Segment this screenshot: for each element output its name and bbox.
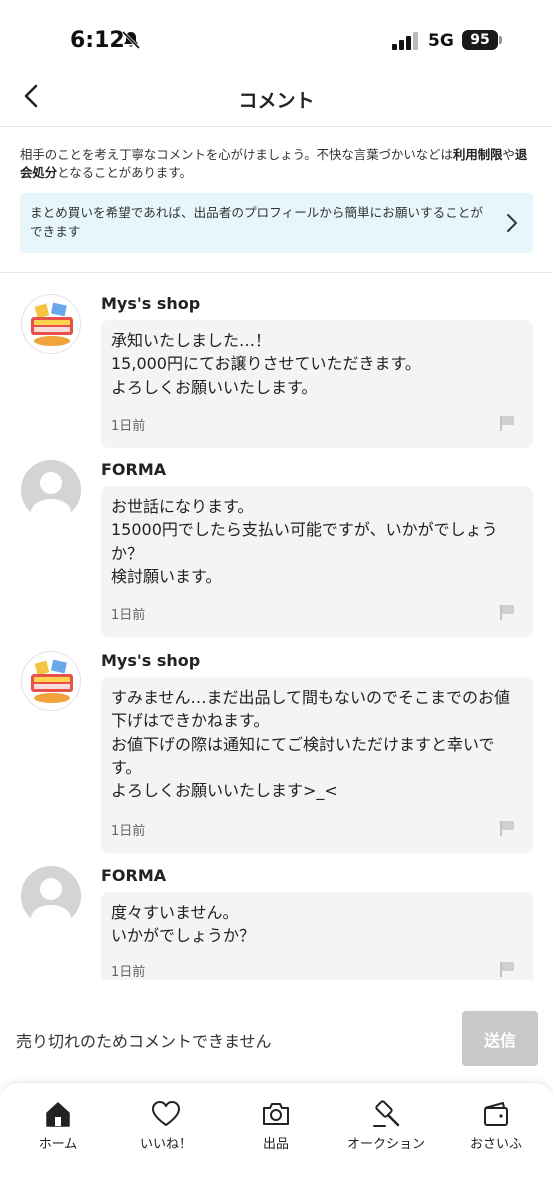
bulk-purchase-banner-text: まとめ買いを希望であれば、出品者のプロフィールから簡単にお願いすることができます [30,205,483,239]
nav-label: いいね！ [139,1137,192,1152]
status-bar: 6:12 5G 95 [0,0,553,80]
report-flag-icon[interactable] [499,961,515,977]
notice-bold-restriction: 利用制限 [452,147,503,162]
comment-guideline-notice: 相手のことを考え丁寧なコメントを心がけましょう。不快な言葉づかいなどは利用制限や… [20,146,536,182]
header: コメント [0,72,553,127]
comment-bubble: 承知いたしました…！ 15,000円にてお譲りさせていただきます。 よろしくお願… [101,320,533,448]
chevron-right-icon [507,214,517,232]
divider [0,272,553,273]
report-flag-icon[interactable] [499,820,515,836]
bulk-purchase-banner[interactable]: まとめ買いを希望であれば、出品者のプロフィールから簡単にお願いすることができます [20,193,533,253]
comment-time: 1日前 [111,824,146,839]
commenter-name[interactable]: Mys's shop [101,294,200,313]
camera-icon [263,1103,289,1125]
battery-tip [499,36,502,44]
comments-closed-message: 売り切れのためコメントできません [16,1032,272,1051]
network-label: 5G [428,31,454,51]
page-title: コメント [238,90,315,112]
nav-item-wallet[interactable]: おさいふ [441,1099,551,1159]
nav-item-auction[interactable]: オークション [331,1099,441,1159]
report-flag-icon[interactable] [499,604,515,620]
comment-text: すみません…まだ出品して間もないのでそこまでのお値下げはできかねます。 お値下げ… [111,688,511,801]
comment-time: 1日前 [111,608,146,623]
user-avatar[interactable] [21,866,81,926]
shop-logo-icon [23,653,80,710]
comment-text: お世話になります。 15000円でしたら支払い可能ですが、いかがでしょうか？ 検… [111,497,498,586]
comment-input-bar: 売り切れのためコメントできません 送信 [0,985,553,1085]
gavel-icon [373,1100,400,1127]
default-user-icon [21,866,81,926]
nav-label: オークション [346,1137,425,1152]
default-user-icon [21,460,81,520]
nav-item-likes[interactable]: いいね！ [111,1099,221,1159]
heart-icon [152,1101,180,1126]
notice-text-1: 相手のことを考え丁寧なコメントを心がけましょう。不快な言葉づかいなどは [20,147,453,162]
comment-text: 度々すいません。 いかがでしょうか？ [111,903,256,946]
comment-item: FORMA お世話になります。 15000円でしたら支払い可能ですが、いかがでし… [0,460,553,640]
bottom-navigation: ホーム いいね！ 出品 オークション おさいふ [0,1082,553,1200]
status-time: 6:12 [70,28,125,53]
bell-muted-icon [121,30,141,50]
report-flag-icon[interactable] [499,415,515,431]
commenter-name[interactable]: Mys's shop [101,651,200,670]
shop-logo-icon [23,296,80,353]
shop-avatar[interactable] [21,294,81,354]
send-button[interactable]: 送信 [462,1011,538,1066]
commenter-name[interactable]: FORMA [101,866,166,885]
comment-time: 1日前 [111,419,146,434]
commenter-name[interactable]: FORMA [101,460,166,479]
comment-time: 1日前 [111,965,146,980]
signal-icon [392,32,418,50]
home-icon [46,1102,70,1127]
comment-item: Mys's shop 承知いたしました…！ 15,000円にてお譲りさせていただ… [0,294,553,450]
nav-label: おさいふ [469,1137,522,1152]
comment-item: FORMA 度々すいません。 いかがでしょうか？ 1日前 [0,866,553,980]
comment-item: Mys's shop すみません…まだ出品して間もないのでそこまでのお値下げはで… [0,651,553,856]
nav-item-home[interactable]: ホーム [3,1099,113,1159]
notice-text-3: となることがあります。 [57,165,192,180]
shop-avatar[interactable] [21,651,81,711]
nav-item-sell[interactable]: 出品 [221,1099,331,1159]
comment-bubble: すみません…まだ出品して間もないのでそこまでのお値下げはできかねます。 お値下げ… [101,677,533,853]
nav-label: ホーム [38,1137,78,1152]
notice-text-2: や [502,147,515,162]
comment-bubble: 度々すいません。 いかがでしょうか？ 1日前 [101,892,533,980]
comment-bubble: お世話になります。 15000円でしたら支払い可能ですが、いかがでしょうか？ 検… [101,486,533,637]
nav-label: 出品 [262,1137,289,1152]
user-avatar[interactable] [21,460,81,520]
battery-indicator: 95 [462,30,498,50]
comment-text: 承知いたしました…！ 15,000円にてお譲りさせていただきます。 よろしくお願… [111,331,421,397]
wallet-icon [484,1102,508,1126]
